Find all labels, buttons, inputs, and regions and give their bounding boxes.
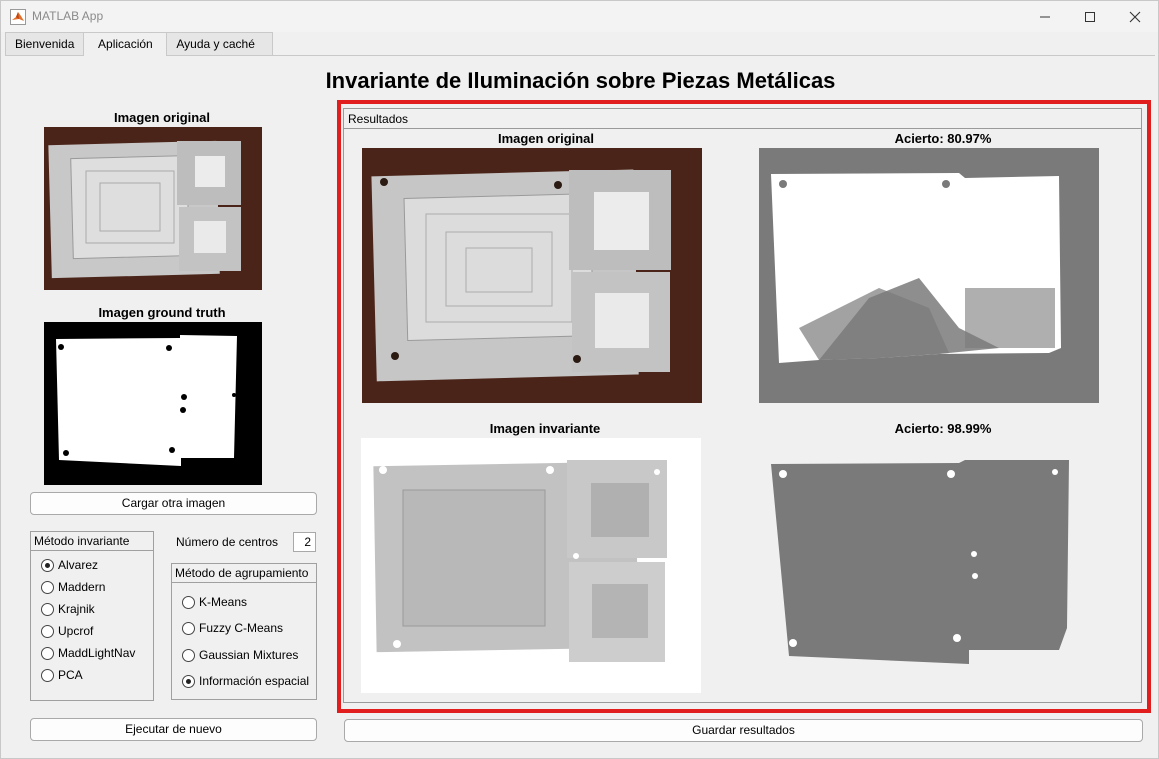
ground-truth-thumbnail [44, 322, 262, 485]
original-image-thumbnail [44, 127, 262, 290]
run-again-button[interactable]: Ejecutar de nuevo [30, 718, 317, 741]
close-button[interactable] [1112, 1, 1158, 32]
radio-label: Información espacial [199, 674, 310, 688]
radio-icon [182, 621, 195, 635]
maximize-icon [1085, 11, 1095, 22]
radio-icon [41, 668, 54, 682]
cluster-group: Método de agrupamiento K-Means Fuzzy C-M… [171, 563, 317, 700]
window-title: MATLAB App [32, 9, 104, 23]
radio-fuzzy[interactable]: Fuzzy C-Means [182, 620, 283, 636]
accuracy2-label: Acierto: 98.99% [894, 421, 992, 436]
centers-label: Número de centros [176, 535, 279, 549]
original-image-label: Imagen original [113, 110, 211, 125]
radio-spatial[interactable]: Información espacial [182, 673, 309, 689]
tab-ayuda[interactable]: Ayuda y caché [166, 32, 274, 55]
radio-label: Gaussian Mixtures [199, 648, 299, 662]
accuracy1-label: Acierto: 80.97% [894, 131, 992, 146]
radio-icon [41, 646, 54, 660]
result-mask1-image [759, 148, 1099, 403]
radio-maddern[interactable]: Maddern [41, 579, 105, 595]
radio-label: Krajnik [58, 602, 95, 616]
radio-icon [41, 624, 54, 638]
radio-maddlightnav[interactable]: MaddLightNav [41, 645, 135, 661]
result-invariant-image [361, 438, 701, 693]
radio-icon [41, 602, 54, 616]
result-original-label: Imagen original [497, 131, 595, 146]
radio-gaussian[interactable]: Gaussian Mixtures [182, 647, 298, 663]
radio-icon [182, 595, 195, 609]
result-original-image [362, 148, 702, 403]
matlab-logo-icon [10, 9, 26, 25]
radio-icon [182, 648, 195, 662]
radio-alvarez[interactable]: Alvarez [41, 557, 98, 573]
radio-kmeans[interactable]: K-Means [182, 594, 247, 610]
page-title: Invariante de Iluminación sobre Piezas M… [325, 68, 836, 93]
radio-selected-icon [41, 558, 54, 572]
radio-label: Maddern [58, 580, 106, 594]
radio-label: MaddLightNav [58, 646, 136, 660]
radio-label: Upcrof [58, 624, 94, 638]
save-results-button[interactable]: Guardar resultados [344, 719, 1143, 742]
radio-label: Alvarez [58, 558, 99, 572]
maximize-button[interactable] [1067, 1, 1113, 32]
radio-krajnik[interactable]: Krajnik [41, 601, 95, 617]
app-window: MATLAB App Bienvenida Aplicación Ayuda y… [0, 0, 1159, 759]
radio-upcrof[interactable]: Upcrof [41, 623, 93, 639]
method-group-title: Método invariante [31, 532, 153, 551]
radio-pca[interactable]: PCA [41, 667, 83, 683]
minimize-button[interactable] [1022, 1, 1068, 32]
radio-selected-icon [182, 674, 195, 688]
invariant-image-label: Imagen invariante [489, 421, 601, 436]
title-bar: MATLAB App [1, 1, 1158, 32]
radio-label: K-Means [199, 595, 248, 609]
radio-label: PCA [58, 668, 83, 682]
load-image-button[interactable]: Cargar otra imagen [30, 492, 317, 515]
centers-field[interactable]: 2 [293, 532, 316, 552]
minimize-icon [1040, 16, 1050, 17]
results-title: Resultados [344, 109, 1141, 129]
tab-divider [5, 55, 1155, 56]
result-mask2-image [759, 438, 1099, 693]
ground-truth-label: Imagen ground truth [98, 305, 226, 320]
radio-icon [41, 580, 54, 594]
method-group: Método invariante Alvarez Maddern Krajni… [30, 531, 154, 701]
tab-bienvenida[interactable]: Bienvenida [5, 32, 85, 55]
close-icon [1129, 11, 1141, 22]
radio-label: Fuzzy C-Means [199, 621, 284, 635]
cluster-group-title: Método de agrupamiento [172, 564, 316, 583]
tab-aplicacion[interactable]: Aplicación [83, 32, 168, 56]
tab-bar: Bienvenida Aplicación Ayuda y caché [5, 32, 274, 56]
